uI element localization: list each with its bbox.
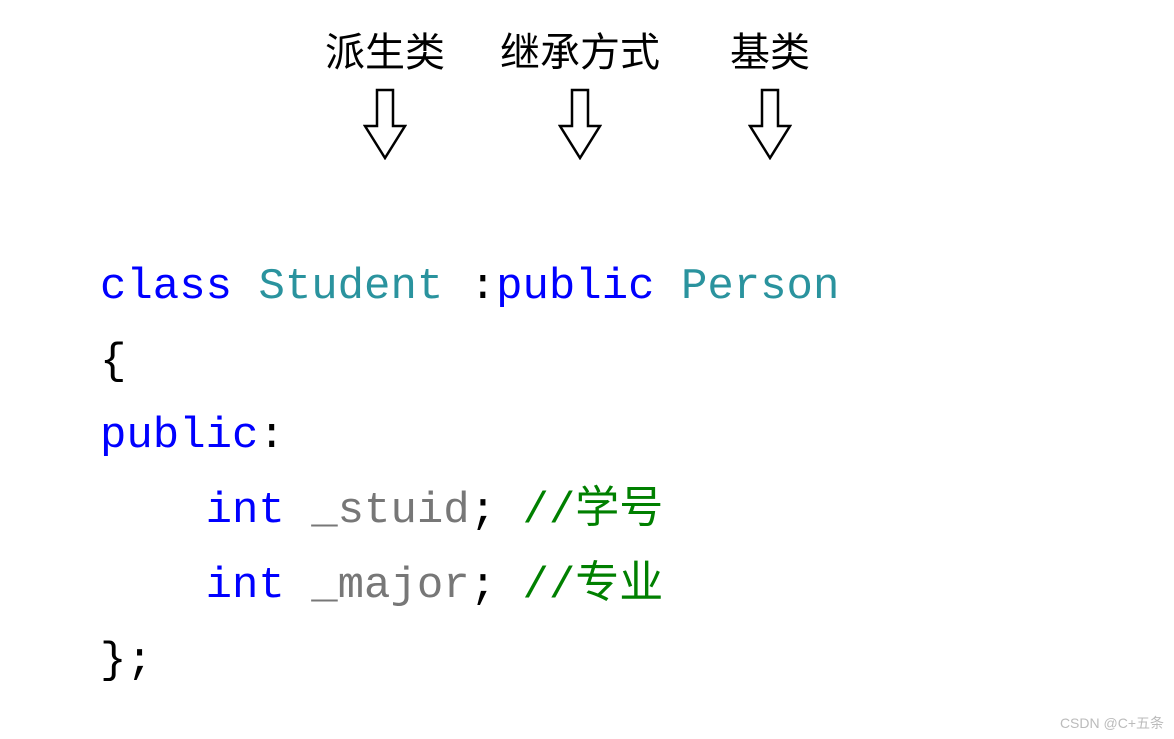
label-base: 基类 [690,20,850,78]
class-name-person: Person [681,262,839,312]
labels-row: 派生类 继承方式 基类 [300,20,1174,78]
arrow-inherit-mode [470,88,690,160]
class-name-student: Student [258,262,443,312]
brace-open: { [100,337,126,387]
watermark: CSDN @C+五条 [1060,713,1164,733]
var-major: _major [311,561,469,611]
down-arrow-icon [363,88,407,160]
type-int: int [206,561,285,611]
comment-major: //专业 [523,561,664,611]
var-stuid: _stuid [311,486,469,536]
comment-stuid: //学号 [523,486,664,536]
arrow-base [690,88,850,160]
brace-close: }; [100,636,153,686]
code-block: class Student :public Person { public: i… [100,175,1174,699]
access-public: public [100,411,258,461]
keyword-class: class [100,262,232,312]
keyword-public: public [496,262,654,312]
label-inherit-mode: 继承方式 [470,20,690,78]
down-arrow-icon [558,88,602,160]
arrow-derived [300,88,470,160]
label-derived: 派生类 [300,20,470,78]
arrows-row [300,88,1174,160]
type-int: int [206,486,285,536]
down-arrow-icon [748,88,792,160]
